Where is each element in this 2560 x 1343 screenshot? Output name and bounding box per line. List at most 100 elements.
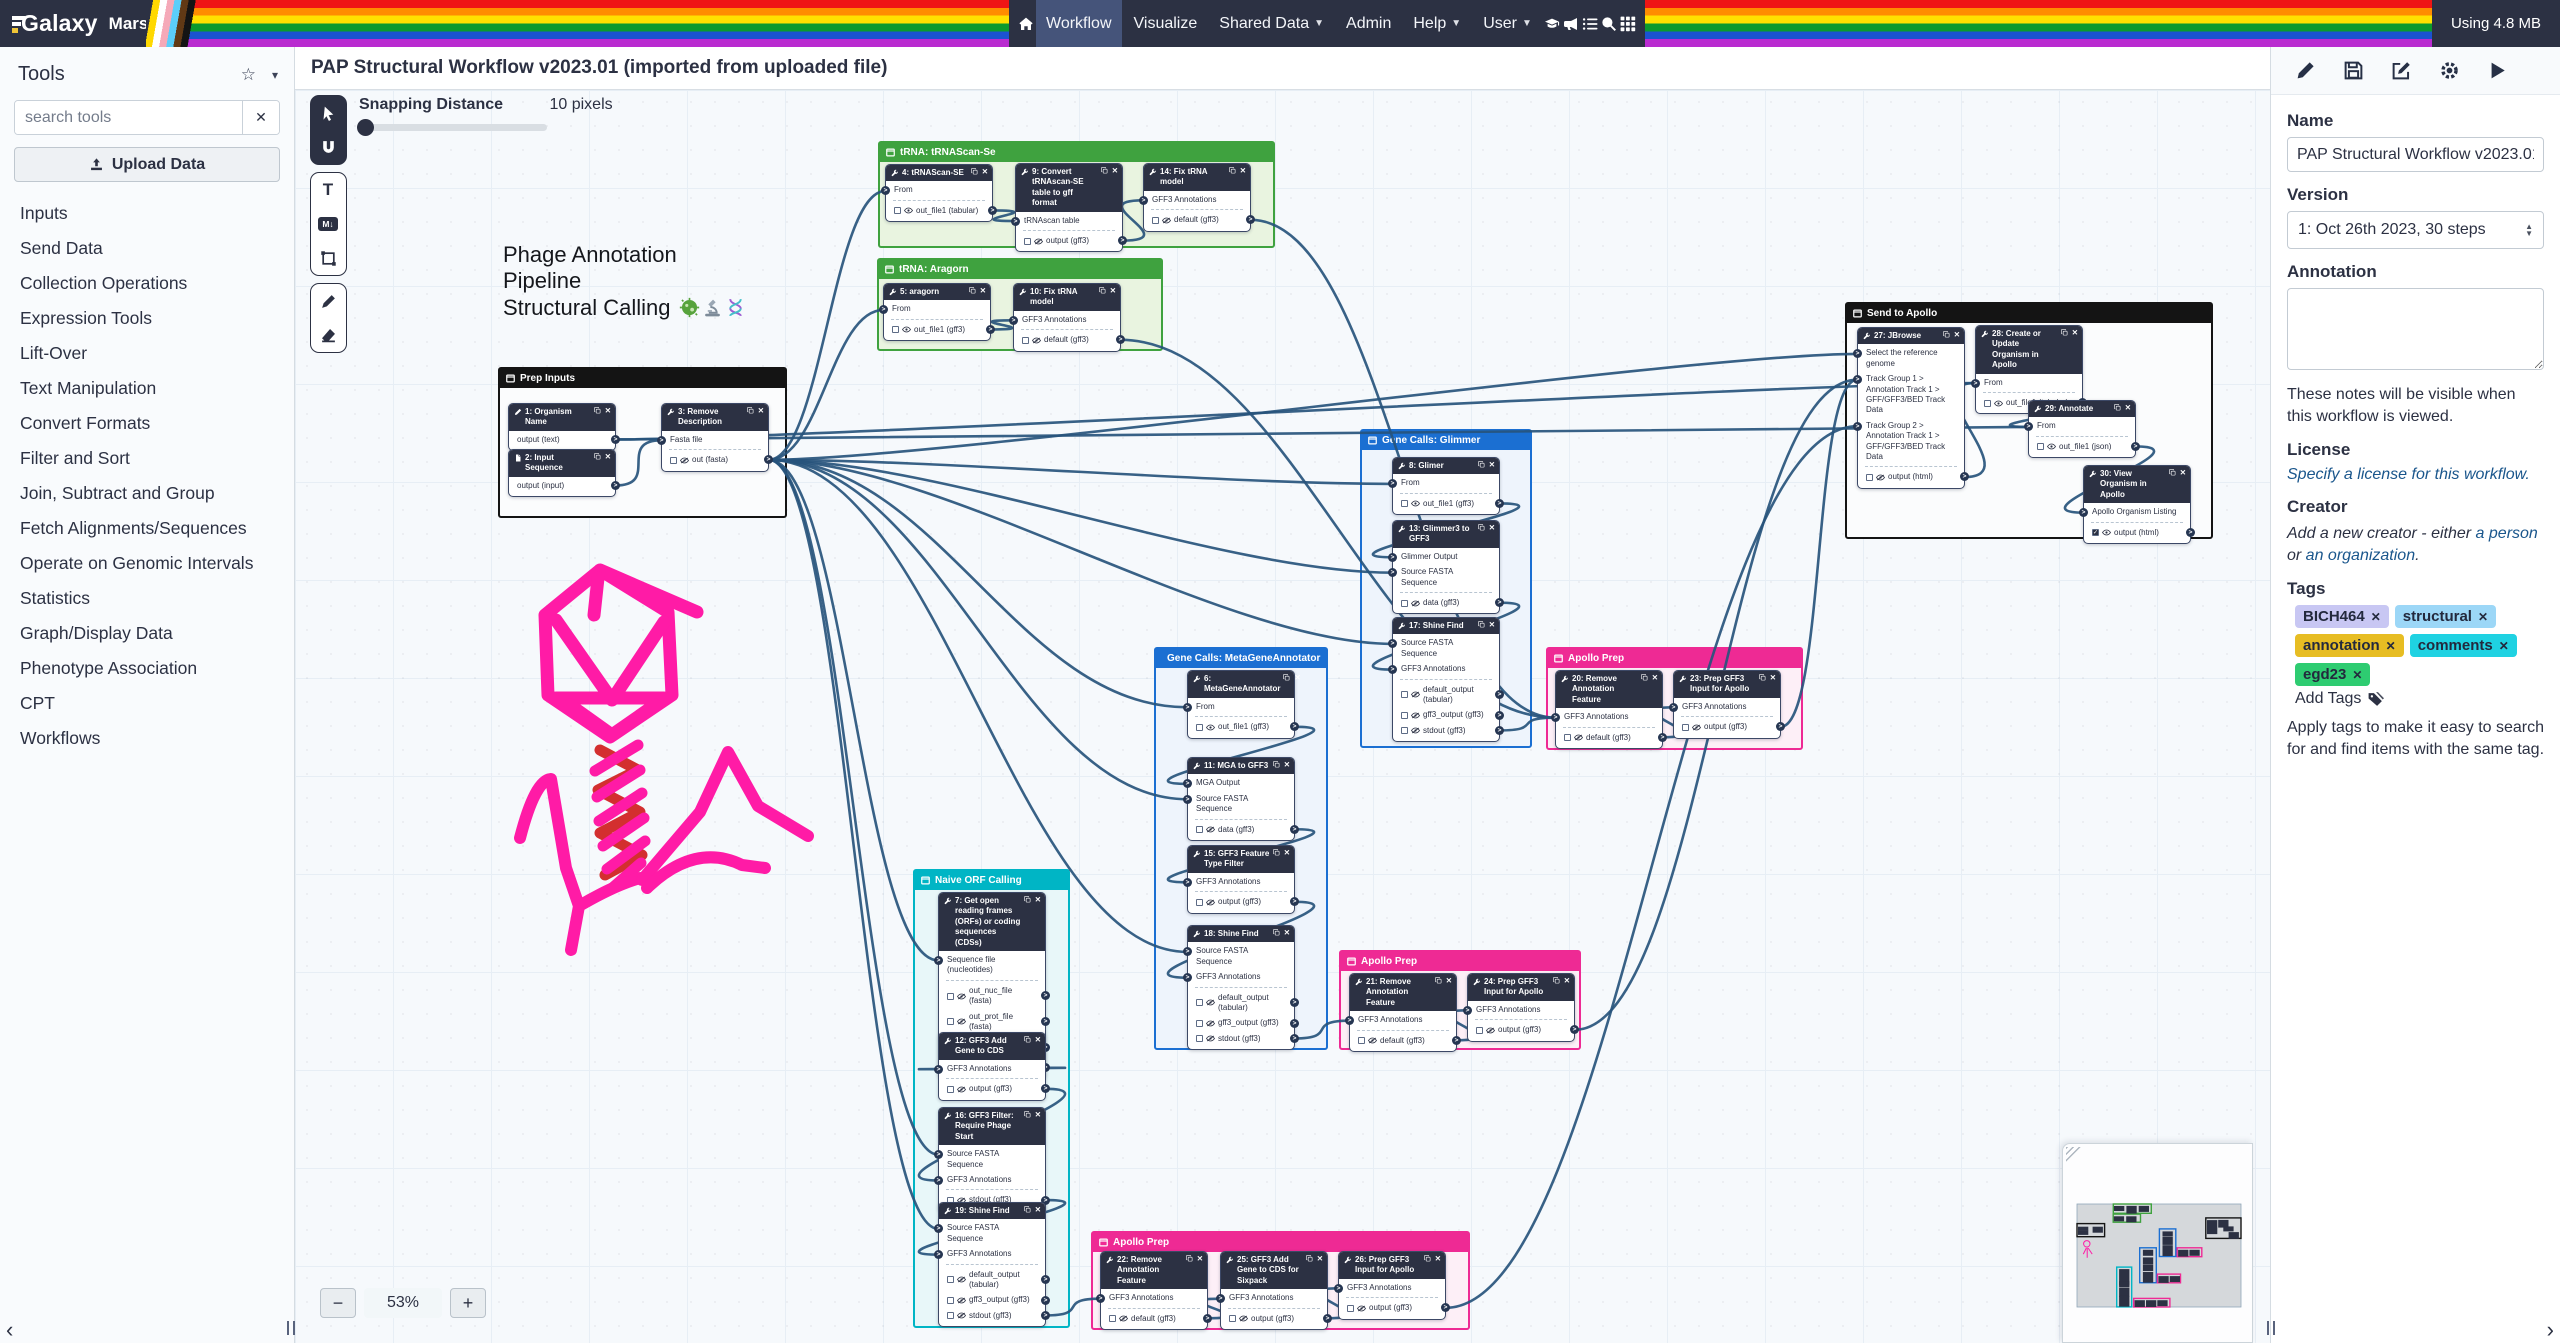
input-port[interactable]: > [881, 186, 890, 195]
input-port[interactable]: > [1009, 316, 1018, 325]
nav-item-workflow[interactable]: Workflow [1036, 0, 1122, 47]
input-port[interactable]: > [2024, 422, 2033, 431]
output-checkbox[interactable] [1022, 337, 1029, 344]
tag-egd23[interactable]: egd23✕ [2295, 663, 2370, 686]
markdown-tool[interactable]: M↓ [311, 207, 345, 241]
settings-icon[interactable] [2439, 60, 2460, 81]
eye-slash-icon[interactable] [1411, 712, 1420, 719]
output-port[interactable]: > [1041, 1275, 1050, 1284]
workflow-node-13[interactable]: 13: Glimmer3 to GFF3✕>Glimmer Output>Sou… [1392, 520, 1500, 614]
input-port[interactable]: > [934, 1065, 943, 1074]
output-checkbox[interactable] [1196, 899, 1203, 906]
duplicate-node-icon[interactable] [1186, 1255, 1193, 1265]
remove-node-icon[interactable]: ✕ [2180, 469, 2186, 477]
output-checkbox[interactable] [670, 457, 677, 464]
tool-category-fetch-alignments-sequences[interactable]: Fetch Alignments/Sequences [0, 511, 294, 546]
workflow-node-26[interactable]: 26: Prep GFF3 Input for Apollo✕>GFF3 Ann… [1338, 1251, 1446, 1320]
output-checkbox[interactable] [1401, 727, 1408, 734]
zoom-in-button[interactable]: + [450, 1288, 486, 1318]
eye-icon[interactable] [1206, 724, 1215, 731]
remove-tag-icon[interactable]: ✕ [2478, 610, 2488, 624]
eye-slash-icon[interactable] [957, 1276, 966, 1283]
output-checkbox[interactable] [1564, 734, 1571, 741]
eye-slash-icon[interactable] [1876, 474, 1885, 481]
tool-category-convert-formats[interactable]: Convert Formats [0, 406, 294, 441]
run-workflow-icon[interactable] [2487, 60, 2508, 81]
duplicate-node-icon[interactable] [1306, 1255, 1313, 1265]
duplicate-node-icon[interactable] [2114, 404, 2121, 414]
output-checkbox[interactable] [1401, 600, 1408, 607]
input-port[interactable]: > [1183, 779, 1192, 788]
output-port[interactable]: > [1452, 1036, 1461, 1045]
duplicate-node-icon[interactable] [1478, 461, 1485, 471]
output-checkbox[interactable] [1476, 1027, 1483, 1034]
license-link[interactable]: Specify a license for this workflow. [2287, 466, 2544, 484]
text-tool[interactable]: T [311, 173, 345, 207]
output-port[interactable]: > [1041, 1311, 1050, 1320]
remove-node-icon[interactable]: ✕ [1035, 1206, 1041, 1214]
output-checkbox[interactable] [1347, 1305, 1354, 1312]
eye-slash-icon[interactable] [1411, 691, 1420, 698]
collapse-left-panel-button[interactable]: ‹ [6, 1319, 13, 1341]
megaphone-icon[interactable] [1563, 0, 1580, 47]
upload-data-button[interactable]: Upload Data [14, 147, 280, 182]
home-icon[interactable] [1017, 0, 1034, 47]
duplicate-node-icon[interactable] [1024, 1111, 1031, 1121]
workflow-node-14[interactable]: 14: Fix tRNA model✕>GFF3 Annotationsdefa… [1143, 163, 1251, 232]
duplicate-node-icon[interactable] [1229, 167, 1236, 177]
remove-node-icon[interactable]: ✕ [1435, 1255, 1441, 1263]
output-checkbox[interactable] [1866, 474, 1873, 481]
output-port[interactable]: > [1495, 598, 1504, 607]
output-checkbox[interactable] [1401, 691, 1408, 698]
eye-slash-icon[interactable] [680, 457, 689, 464]
input-port[interactable]: > [1183, 795, 1192, 804]
tool-category-workflows[interactable]: Workflows [0, 721, 294, 756]
input-port[interactable]: > [934, 1224, 943, 1233]
input-port[interactable]: > [1183, 703, 1192, 712]
output-checkbox[interactable] [1358, 1037, 1365, 1044]
remove-node-icon[interactable]: ✕ [982, 168, 988, 176]
output-port[interactable]: > [1570, 1025, 1579, 1034]
duplicate-node-icon[interactable] [1424, 1255, 1431, 1265]
output-checkbox[interactable] [947, 1312, 954, 1319]
edit-attributes-icon[interactable] [2295, 60, 2316, 81]
input-port[interactable]: > [934, 1250, 943, 1259]
workflow-node-30[interactable]: 30: View Organism in Apollo✕>Apollo Orga… [2083, 465, 2191, 544]
output-port[interactable]: > [2186, 528, 2195, 537]
remove-node-icon[interactable]: ✕ [1770, 674, 1776, 682]
workflow-node-9[interactable]: 9: Convert tRNAscan-SE table to gff form… [1015, 163, 1123, 252]
remove-tag-icon[interactable]: ✕ [2371, 610, 2381, 624]
duplicate-node-icon[interactable] [1435, 977, 1442, 987]
tool-category-lift-over[interactable]: Lift-Over [0, 336, 294, 371]
eye-slash-icon[interactable] [1206, 1035, 1215, 1042]
duplicate-node-icon[interactable] [1759, 674, 1766, 684]
eye-slash-icon[interactable] [1206, 1020, 1215, 1027]
output-port[interactable]: > [1118, 236, 1127, 245]
remove-node-icon[interactable]: ✕ [1489, 524, 1495, 532]
duplicate-node-icon[interactable] [1641, 674, 1648, 684]
remove-node-icon[interactable]: ✕ [1652, 674, 1658, 682]
output-checkbox[interactable] [1196, 1020, 1203, 1027]
workflow-node-29[interactable]: 29: Annotate✕>Fromout_file1 (json)> [2028, 400, 2136, 458]
output-checkbox[interactable] [947, 993, 954, 1000]
add-tags-button[interactable]: Add Tags [2295, 690, 2544, 708]
eye-slash-icon[interactable] [1574, 734, 1583, 741]
eye-slash-icon[interactable] [1411, 600, 1420, 607]
eye-icon[interactable] [2047, 443, 2056, 450]
remove-node-icon[interactable]: ✕ [758, 407, 764, 415]
duplicate-node-icon[interactable] [1553, 977, 1560, 987]
workflow-node-24[interactable]: 24: Prep GFF3 Input for Apollo✕>GFF3 Ann… [1467, 973, 1575, 1042]
search-icon[interactable] [1601, 0, 1618, 47]
remove-node-icon[interactable]: ✕ [1446, 977, 1452, 985]
input-port[interactable]: > [1345, 1016, 1354, 1025]
input-port[interactable]: > [1853, 375, 1862, 384]
input-port[interactable]: > [1388, 639, 1397, 648]
output-port[interactable]: > [1776, 722, 1785, 731]
workflow-node-2[interactable]: 2: Input Sequence✕output (input)> [508, 449, 616, 497]
remove-node-icon[interactable]: ✕ [1489, 621, 1495, 629]
duplicate-node-icon[interactable] [1024, 896, 1031, 906]
output-port[interactable]: > [1041, 1017, 1050, 1026]
output-port[interactable]: > [1290, 722, 1299, 731]
tool-category-graph-display-data[interactable]: Graph/Display Data [0, 616, 294, 651]
workflow-node-22[interactable]: 22: Remove Annotation Feature✕>GFF3 Anno… [1100, 1251, 1208, 1330]
